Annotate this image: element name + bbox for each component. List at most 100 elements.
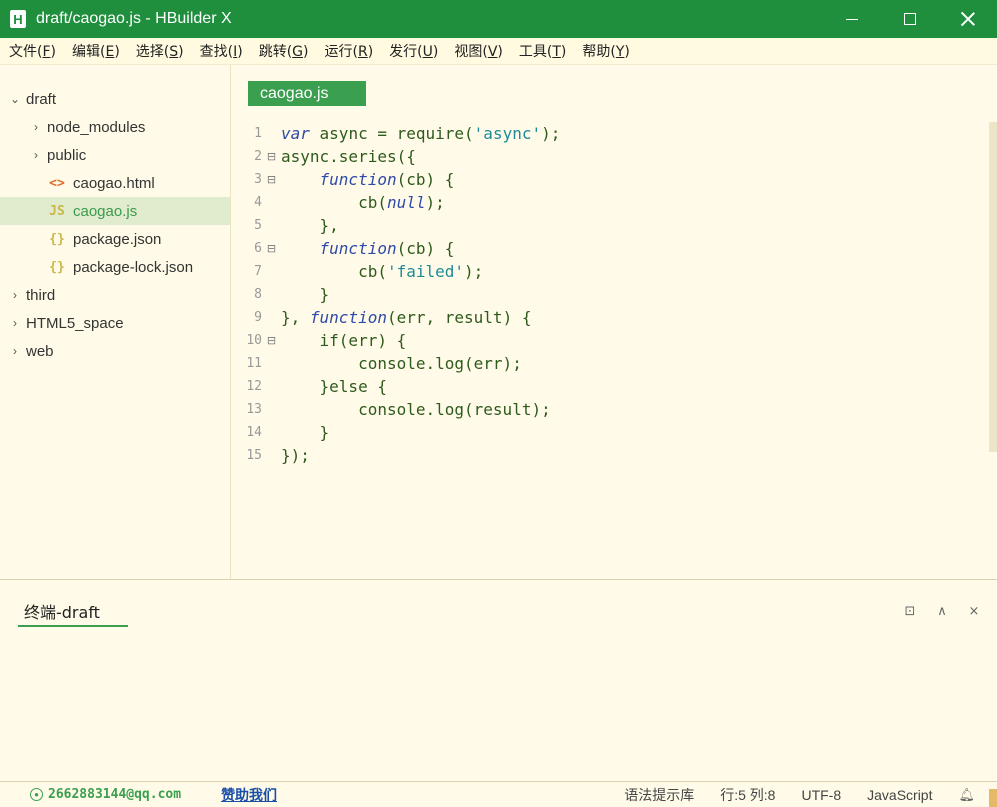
chevron-right-icon: ›	[34, 148, 38, 162]
chevron-right-icon: ›	[13, 288, 17, 302]
tree-file-package-lock-json[interactable]: {} package-lock.json	[0, 253, 230, 281]
tree-folder-html5-space[interactable]: › HTML5_space	[0, 309, 230, 337]
tree-file-caogao-html[interactable]: <> caogao.html	[0, 169, 230, 197]
menu-paren: )	[303, 44, 309, 60]
code-line: 11 console.log(err);	[232, 352, 992, 375]
js-file-icon: JS	[49, 203, 65, 219]
menu-find[interactable]: 查找(I)	[200, 41, 243, 61]
menu-select[interactable]: 选择(S)	[136, 41, 184, 61]
editor-scrollbar[interactable]	[989, 122, 997, 452]
chevron-down-icon: ⌄	[9, 92, 21, 106]
tree-label: package.json	[73, 230, 162, 248]
terminal-tab[interactable]: 终端-draft	[18, 599, 128, 627]
window-title: draft/caogao.js - HBuilder X	[36, 10, 232, 27]
line-number: 13	[246, 402, 262, 417]
bell-icon[interactable]: 🔔︎	[958, 787, 975, 803]
code-text: console.log(result);	[281, 400, 551, 419]
menu-mnemonic: V	[487, 44, 498, 60]
json-file-icon: {}	[49, 259, 65, 275]
menu-mnemonic: U	[422, 44, 433, 60]
menu-mnemonic: T	[552, 44, 561, 60]
menu-paren: )	[178, 44, 184, 60]
panel-controls: ⊡ ∧ ×	[901, 602, 983, 620]
donate-link[interactable]: 赞助我们	[221, 785, 277, 805]
title-bar: H draft/caogao.js - HBuilder X	[0, 0, 997, 38]
tree-folder-draft[interactable]: ⌄ draft	[0, 85, 230, 113]
line-number: 2	[254, 149, 262, 164]
code-text: async.series({	[281, 147, 416, 166]
code-line: 1 var async = require('async');	[232, 122, 992, 145]
chevron-right-icon: ›	[13, 344, 17, 358]
menu-goto[interactable]: 跳转(G)	[259, 41, 309, 61]
menu-paren: )	[367, 44, 374, 60]
code-text: }else {	[281, 377, 387, 396]
menu-label: 选择(	[135, 44, 170, 60]
menu-help[interactable]: 帮助(Y)	[582, 41, 630, 61]
maximize-button[interactable]	[881, 0, 939, 38]
tree-folder-node-modules[interactable]: › node_modules	[0, 113, 230, 141]
menu-label: 文件(	[9, 44, 43, 60]
menu-file[interactable]: 文件(F)	[9, 41, 56, 61]
close-icon	[961, 12, 975, 26]
menu-paren: )	[50, 44, 56, 60]
code-line: 7 cb('failed');	[232, 260, 992, 283]
menu-label: 帮助(	[582, 44, 616, 60]
code-area[interactable]: 1 var async = require('async'); 2 ⊟ async.s…	[232, 122, 992, 467]
menu-paren: )	[114, 44, 120, 60]
tree-label: caogao.html	[73, 174, 155, 192]
menu-mnemonic: R	[357, 44, 368, 60]
status-right: 语法提示库 行:5 列:8 UTF-8 JavaScript 🔔︎	[624, 782, 997, 807]
menu-paren: )	[237, 44, 243, 60]
menu-mnemonic: S	[169, 44, 179, 60]
line-number: 15	[246, 448, 262, 463]
code-line: 13 console.log(result);	[232, 398, 992, 421]
menu-edit[interactable]: 编辑(E)	[72, 41, 120, 61]
window-controls	[823, 0, 997, 38]
file-language[interactable]: JavaScript	[867, 787, 932, 803]
user-email[interactable]: 2662883144@qq.com	[48, 787, 181, 802]
code-text: function(cb) {	[319, 170, 455, 189]
tree-folder-public[interactable]: › public	[0, 141, 230, 169]
resize-handle[interactable]	[989, 789, 997, 807]
fold-icon[interactable]: ⊟	[262, 242, 281, 255]
menu-publish[interactable]: 发行(U)	[389, 41, 438, 61]
tree-label: public	[47, 146, 87, 164]
code-line: 2 ⊟ async.series({	[232, 145, 992, 168]
json-file-icon: {}	[49, 231, 65, 247]
line-number: 12	[246, 379, 262, 394]
line-number: 10	[246, 333, 262, 348]
fold-icon[interactable]: ⊟	[262, 334, 281, 347]
chevron-up-icon[interactable]: ∧	[933, 602, 951, 620]
code-text: },	[281, 216, 339, 235]
menu-view[interactable]: 视图(V)	[454, 41, 503, 61]
tree-folder-third[interactable]: › third	[0, 281, 230, 309]
cursor-position[interactable]: 行:5 列:8	[720, 785, 775, 805]
code-line: 8 }	[232, 283, 992, 306]
syntax-library[interactable]: 语法提示库	[624, 785, 694, 805]
line-number: 11	[246, 356, 262, 371]
fold-icon[interactable]: ⊟	[262, 173, 281, 186]
code-text: }	[281, 285, 330, 304]
line-number: 6	[254, 241, 262, 256]
file-encoding[interactable]: UTF-8	[801, 787, 841, 803]
close-button[interactable]	[939, 0, 997, 38]
minimize-button[interactable]	[823, 0, 881, 38]
tree-folder-web[interactable]: › web	[0, 337, 230, 365]
chevron-right-icon: ›	[34, 120, 38, 134]
menu-label: 跳转(	[258, 44, 293, 60]
editor-tab-caogao-js[interactable]: caogao.js	[248, 81, 366, 106]
tree-file-caogao-js[interactable]: JS caogao.js	[0, 197, 230, 225]
menu-tools[interactable]: 工具(T)	[519, 41, 567, 61]
fold-icon[interactable]: ⊟	[262, 150, 281, 163]
tree-label: package-lock.json	[73, 258, 194, 276]
tree-file-package-json[interactable]: {} package.json	[0, 225, 230, 253]
code-line: 3 ⊟ function(cb) {	[232, 168, 992, 191]
code-line: 15});	[232, 444, 992, 467]
menu-label: 查找(	[199, 44, 234, 60]
terminal-open-icon[interactable]: ⊡	[901, 602, 919, 620]
code-text: }, function(err, result) {	[281, 308, 532, 327]
project-sidebar: ⌄ draft › node_modules › public <> caoga…	[0, 65, 231, 579]
code-editor[interactable]: caogao.js 1 var async = require('async');…	[232, 65, 997, 579]
panel-close-icon[interactable]: ×	[965, 602, 983, 620]
menu-run[interactable]: 运行(R)	[325, 41, 374, 61]
